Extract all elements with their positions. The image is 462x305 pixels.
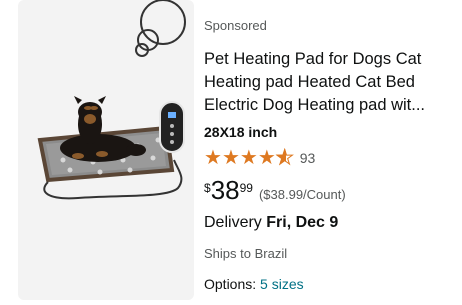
options-label: Options: bbox=[204, 276, 257, 292]
product-card[interactable]: Sponsored Pet Heating Pad for Dogs Cat H… bbox=[0, 0, 462, 305]
star-icon: ★ bbox=[257, 147, 276, 169]
star-rating: ★ ★ ★ ★ ★ bbox=[204, 147, 294, 169]
sponsored-label[interactable]: Sponsored bbox=[204, 18, 267, 33]
options: Options: 5 sizes bbox=[204, 276, 304, 292]
controller-icon bbox=[159, 101, 185, 153]
price-whole: 38 bbox=[210, 175, 240, 205]
price-symbol: $ bbox=[204, 181, 211, 195]
rating-count[interactable]: 93 bbox=[300, 150, 316, 166]
rating[interactable]: ★ ★ ★ ★ ★ 93 bbox=[204, 147, 315, 169]
price-fraction: 99 bbox=[239, 181, 253, 195]
star-icon: ★ bbox=[221, 147, 240, 169]
product-size: 28X18 inch bbox=[204, 124, 278, 140]
ships-to: Ships to Brazil bbox=[204, 246, 288, 261]
product-image[interactable] bbox=[18, 0, 194, 300]
half-star-icon: ★ bbox=[275, 147, 294, 169]
price: $ 38 99 ($38.99/Count) bbox=[204, 175, 346, 205]
unit-price: ($38.99/Count) bbox=[258, 187, 346, 202]
dog-icon bbox=[60, 96, 146, 162]
delivery-info: Delivery Fri, Dec 9 bbox=[204, 214, 338, 232]
heating-pad-illustration bbox=[37, 96, 185, 200]
product-title[interactable]: Pet Heating Pad for Dogs Cat Heating pad… bbox=[204, 48, 454, 117]
star-icon: ★ bbox=[204, 147, 222, 169]
options-link[interactable]: 5 sizes bbox=[260, 276, 304, 292]
delivery-prefix: Delivery bbox=[204, 214, 262, 231]
delivery-date: Fri, Dec 9 bbox=[266, 214, 339, 231]
star-icon: ★ bbox=[239, 147, 258, 169]
